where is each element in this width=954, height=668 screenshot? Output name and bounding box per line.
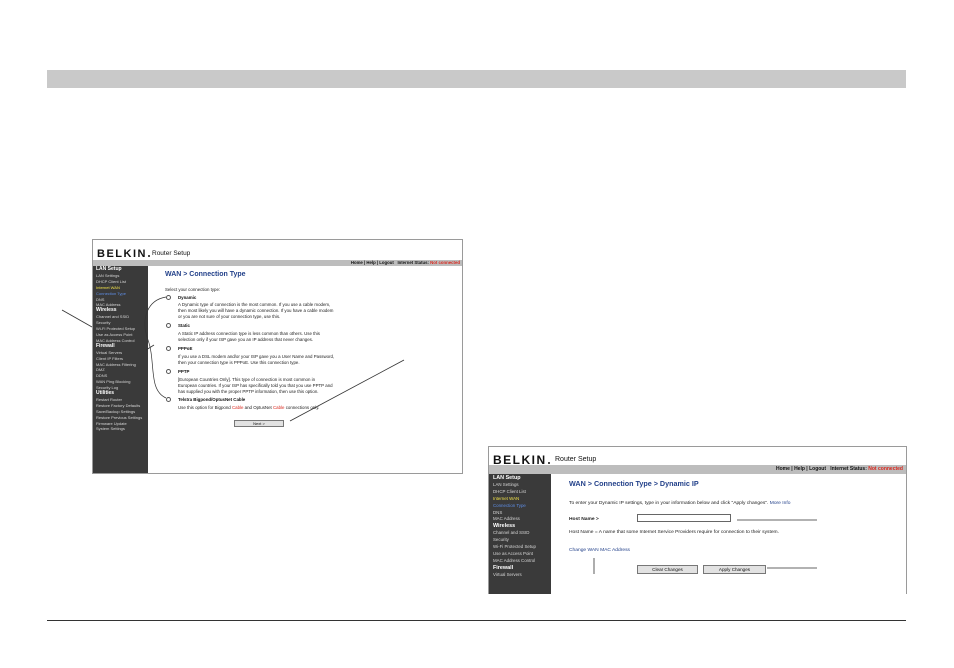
callout-lines: [61, 296, 817, 574]
page-footer-rule: [47, 620, 906, 621]
callout-sidebar: [61, 309, 93, 328]
callout-next-button: [289, 359, 405, 422]
callout-radio-bracket: [144, 296, 167, 399]
